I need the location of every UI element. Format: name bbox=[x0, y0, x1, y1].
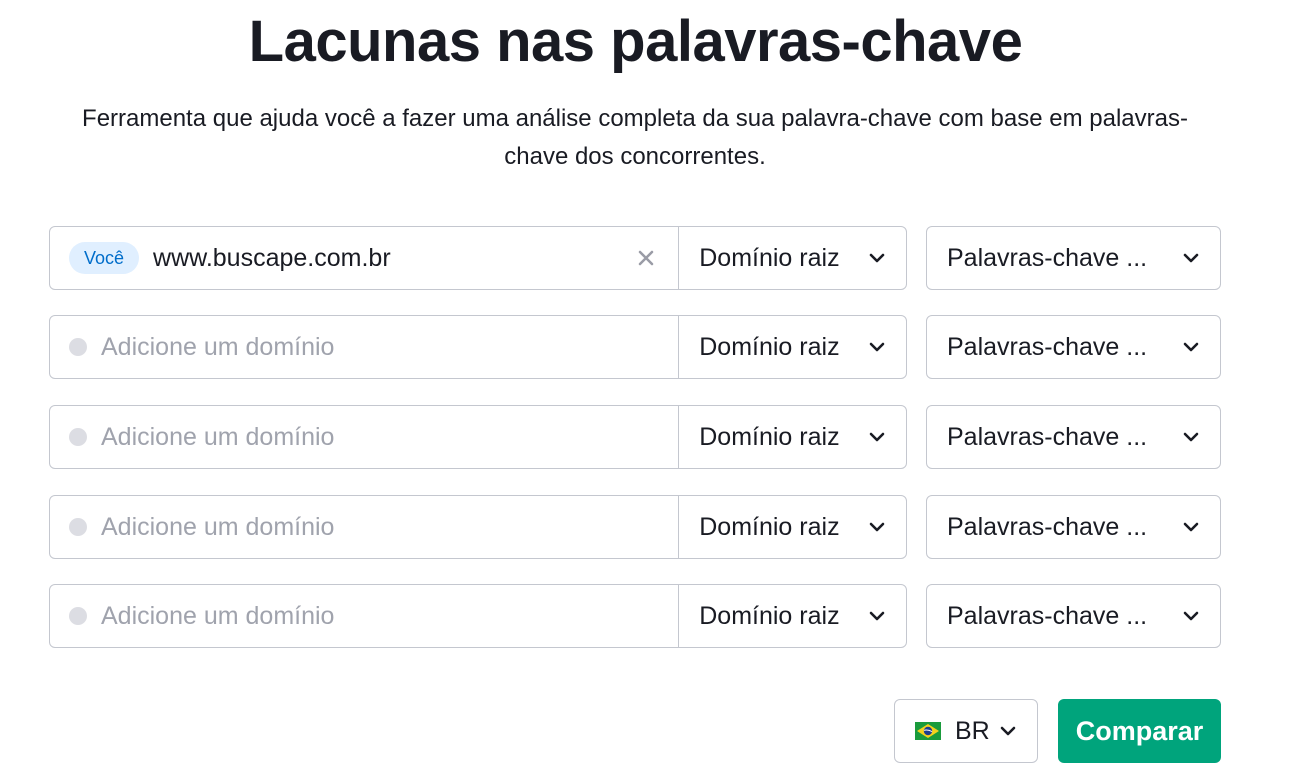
keyword-type-select[interactable]: Palavras-chave ... bbox=[926, 495, 1221, 559]
country-select[interactable]: BR bbox=[894, 699, 1038, 763]
keyword-type-select[interactable]: Palavras-chave ... bbox=[926, 226, 1221, 290]
status-dot bbox=[69, 338, 87, 356]
keyword-type-select[interactable]: Palavras-chave ... bbox=[926, 405, 1221, 469]
domain-placeholder: Adicione um domínio bbox=[101, 601, 335, 630]
chevron-down-icon bbox=[869, 611, 885, 621]
page-title: Lacunas nas palavras-chave bbox=[248, 9, 1023, 74]
domain-placeholder: Adicione um domínio bbox=[101, 512, 335, 541]
keyword-gap-page: Lacunas nas palavras-chave Ferramenta qu… bbox=[0, 0, 1289, 783]
chevron-down-icon bbox=[1183, 432, 1199, 442]
chevron-down-icon bbox=[1183, 611, 1199, 621]
domain-input[interactable]: Adicione um domínio bbox=[50, 496, 678, 558]
domain-placeholder: Adicione um domínio bbox=[101, 332, 335, 361]
scope-label: Domínio raiz bbox=[699, 512, 840, 541]
keyword-type-select[interactable]: Palavras-chave ... bbox=[926, 584, 1221, 648]
status-dot bbox=[69, 518, 87, 536]
page-subtitle: Ferramenta que ajuda você a fazer uma an… bbox=[82, 105, 1188, 170]
scope-select[interactable]: Domínio raiz bbox=[678, 227, 906, 289]
scope-label: Domínio raiz bbox=[699, 422, 840, 451]
domain-input[interactable]: Adicione um domínio bbox=[50, 406, 678, 468]
status-dot bbox=[69, 607, 87, 625]
chevron-down-icon bbox=[869, 432, 885, 442]
you-badge: Você bbox=[69, 242, 140, 274]
keyword-type-label: Palavras-chave ... bbox=[947, 512, 1148, 541]
brazil-flag-icon bbox=[915, 722, 941, 740]
domain-field: Você www.buscape.com.br Domínio raiz bbox=[49, 226, 907, 290]
domain-row: Adicione um domínio Domínio raiz Palavra… bbox=[49, 584, 1221, 648]
keyword-type-label: Palavras-chave ... bbox=[947, 332, 1148, 361]
chevron-down-icon bbox=[869, 342, 885, 352]
scope-select[interactable]: Domínio raiz bbox=[678, 406, 906, 468]
domain-field: Adicione um domínio Domínio raiz bbox=[49, 405, 907, 469]
chevron-down-icon bbox=[869, 522, 885, 532]
scope-label: Domínio raiz bbox=[699, 332, 840, 361]
chevron-down-icon bbox=[1183, 253, 1199, 263]
compare-button[interactable]: Comparar bbox=[1058, 699, 1221, 763]
domain-field: Adicione um domínio Domínio raiz bbox=[49, 584, 907, 648]
keyword-type-select[interactable]: Palavras-chave ... bbox=[926, 315, 1221, 379]
domain-row-you: Você www.buscape.com.br Domínio raiz Pal… bbox=[49, 226, 1221, 290]
country-label: BR bbox=[955, 716, 990, 745]
scope-select[interactable]: Domínio raiz bbox=[678, 585, 906, 647]
domain-value: www.buscape.com.br bbox=[153, 243, 391, 272]
chevron-down-icon bbox=[1183, 522, 1199, 532]
domain-input-you[interactable]: Você www.buscape.com.br bbox=[50, 227, 678, 289]
scope-label: Domínio raiz bbox=[699, 601, 840, 630]
domain-row: Adicione um domínio Domínio raiz Palavra… bbox=[49, 405, 1221, 469]
domain-input[interactable]: Adicione um domínio bbox=[50, 316, 678, 378]
domain-field: Adicione um domínio Domínio raiz bbox=[49, 495, 907, 559]
chevron-down-icon bbox=[869, 253, 885, 263]
scope-label: Domínio raiz bbox=[699, 243, 840, 272]
chevron-down-icon bbox=[1183, 342, 1199, 352]
domain-row: Adicione um domínio Domínio raiz Palavra… bbox=[49, 495, 1221, 559]
keyword-type-label: Palavras-chave ... bbox=[947, 601, 1148, 630]
keyword-type-label: Palavras-chave ... bbox=[947, 243, 1148, 272]
domain-field: Adicione um domínio Domínio raiz bbox=[49, 315, 907, 379]
status-dot bbox=[69, 428, 87, 446]
scope-select[interactable]: Domínio raiz bbox=[678, 496, 906, 558]
keyword-type-label: Palavras-chave ... bbox=[947, 422, 1148, 451]
domain-placeholder: Adicione um domínio bbox=[101, 422, 335, 451]
scope-select[interactable]: Domínio raiz bbox=[678, 316, 906, 378]
chevron-down-icon bbox=[1000, 726, 1016, 736]
domain-row: Adicione um domínio Domínio raiz Palavra… bbox=[49, 315, 1221, 379]
close-icon[interactable] bbox=[634, 246, 658, 270]
domain-input[interactable]: Adicione um domínio bbox=[50, 585, 678, 647]
